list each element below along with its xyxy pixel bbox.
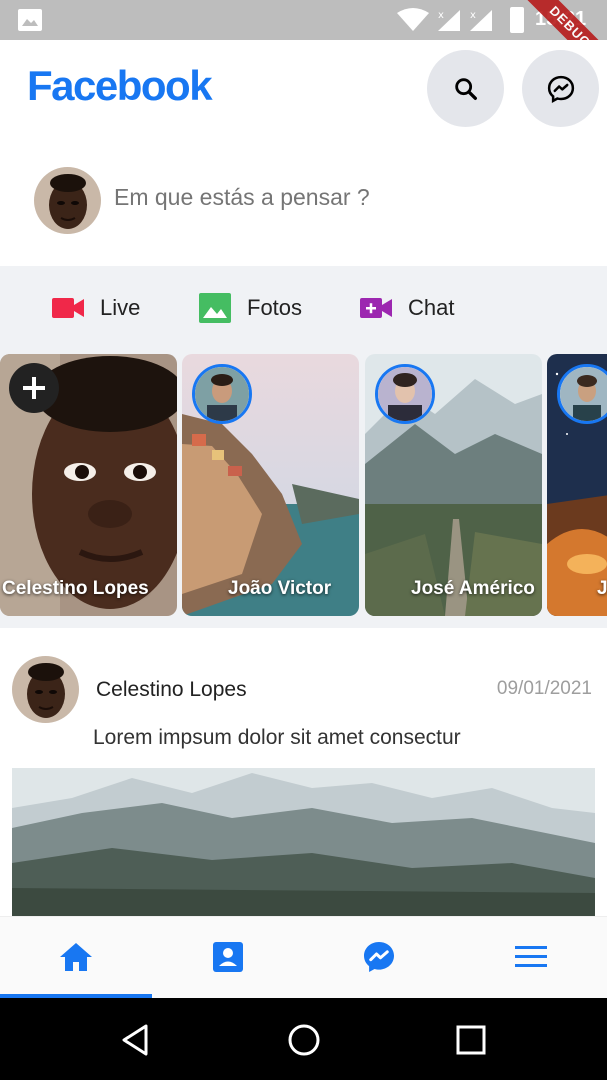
brand-title: Facebook: [27, 62, 213, 109]
avatar[interactable]: [34, 167, 101, 234]
chat-label: Chat: [408, 295, 455, 320]
avatar: [192, 364, 252, 424]
back-icon[interactable]: [118, 1022, 154, 1058]
story-name: Je: [597, 578, 607, 599]
bottom-nav: [0, 916, 607, 998]
messenger-button[interactable]: [522, 50, 599, 127]
home-icon: [60, 943, 92, 971]
signal-icon: x: [438, 10, 460, 31]
search-button[interactable]: [427, 50, 504, 127]
post-date: 09/01/2021: [496, 678, 592, 699]
video-camera-icon: [52, 298, 84, 318]
post-composer: Em que estás a pensar ?: [0, 140, 607, 266]
signal-icon-2: x: [470, 10, 492, 31]
nav-menu[interactable]: [511, 937, 551, 977]
wifi-icon: [397, 8, 429, 31]
story-name: José Américo: [411, 578, 535, 599]
photo-icon: [199, 293, 231, 323]
photos-label: Fotos: [247, 295, 303, 320]
system-nav-bar: [0, 998, 607, 1080]
nav-profile[interactable]: [208, 937, 248, 977]
story-name: João Victor: [228, 578, 332, 599]
story-card[interactable]: Celestino Lopes: [0, 354, 177, 616]
messenger-icon: [364, 942, 394, 972]
app-bar: Facebook: [0, 40, 607, 140]
app-screen: x x 15:21 DEBUG Facebook Em que estás a …: [0, 0, 607, 1080]
post-card: Celestino Lopes 09/01/2021 Lorem impsum …: [0, 656, 607, 918]
svg-text:x: x: [438, 10, 444, 21]
live-label: Live: [100, 295, 141, 320]
plus-icon: [23, 377, 45, 399]
composer-input[interactable]: Em que estás a pensar ?: [114, 184, 370, 211]
nav-messenger[interactable]: [359, 937, 399, 977]
search-icon: [454, 77, 477, 100]
story-name: Celestino Lopes: [2, 578, 149, 599]
story-card[interactable]: Je: [547, 354, 607, 616]
story-card[interactable]: José Américo: [365, 354, 542, 616]
nav-home[interactable]: [56, 937, 96, 977]
post-text: Lorem impsum dolor sit amet consectur: [93, 726, 461, 749]
menu-icon: [515, 946, 547, 967]
gallery-notification-icon: [18, 9, 42, 31]
avatar[interactable]: [12, 656, 79, 723]
add-story-button[interactable]: [9, 363, 59, 413]
home-circle-icon[interactable]: [286, 1022, 322, 1058]
stories-row: Celestino Lopes João Victor José Américo…: [0, 352, 607, 628]
battery-icon: [510, 7, 524, 33]
chat-button[interactable]: Chat: [360, 290, 454, 326]
story-card[interactable]: João Victor: [182, 354, 359, 616]
composer-actions: Live Fotos Chat: [0, 266, 607, 352]
status-bar: x x 15:21 DEBUG: [0, 0, 607, 88]
video-add-icon: [360, 298, 392, 318]
profile-icon: [213, 942, 243, 972]
avatar: [375, 364, 435, 424]
live-button[interactable]: Live: [52, 290, 140, 326]
recents-icon[interactable]: [453, 1022, 489, 1058]
messenger-icon: [547, 75, 574, 103]
svg-text:x: x: [470, 10, 476, 21]
post-image[interactable]: [12, 768, 595, 918]
photos-button[interactable]: Fotos: [199, 290, 302, 326]
post-author[interactable]: Celestino Lopes: [96, 678, 247, 702]
